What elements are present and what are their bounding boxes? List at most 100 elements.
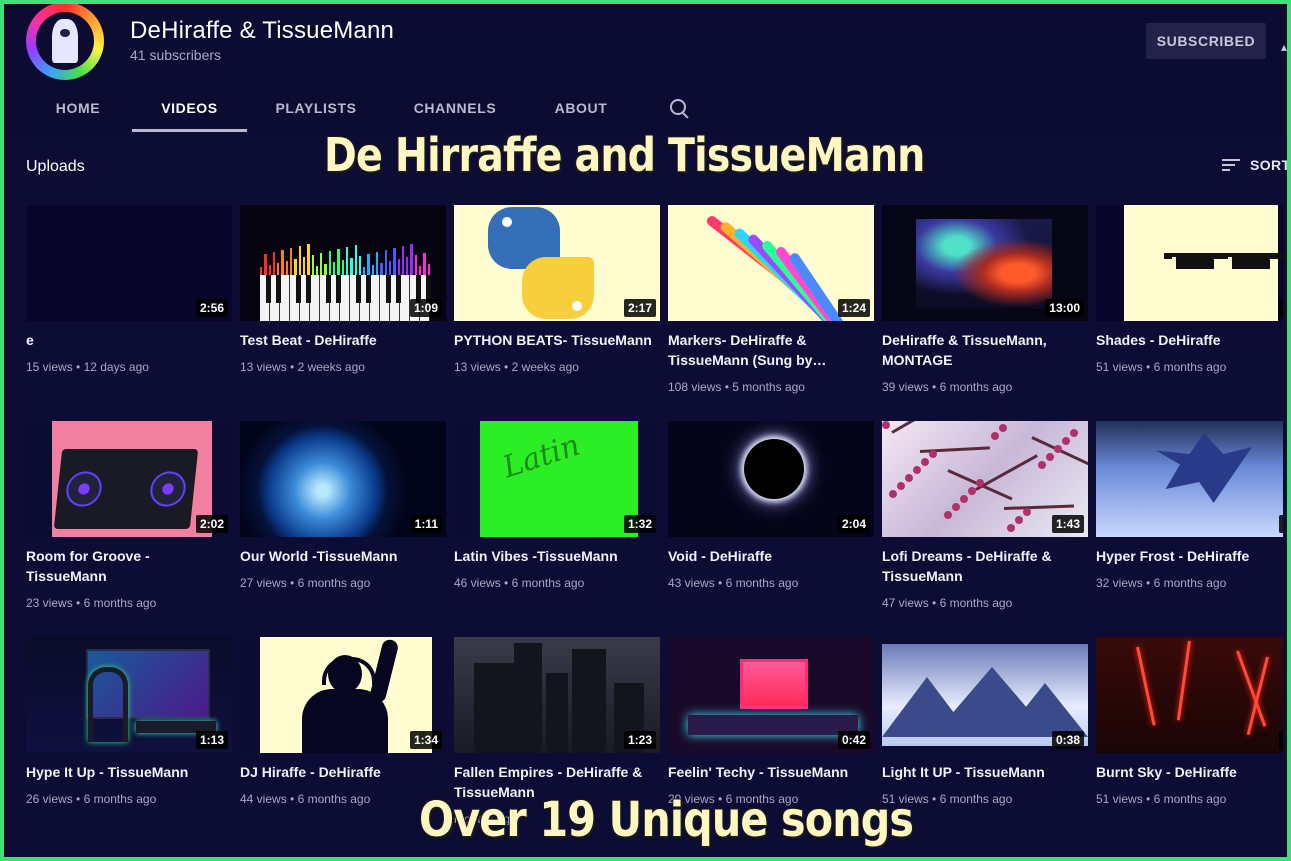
avatar-inner xyxy=(36,12,94,70)
video-views: 26 views xyxy=(26,792,73,806)
video-card[interactable]: 2:02 Room for Groove - TissueMann 23 views… xyxy=(26,421,232,641)
video-thumbnail[interactable]: 1:43 xyxy=(882,421,1088,537)
video-duration: 1:23 xyxy=(623,731,656,749)
video-title[interactable]: Latin Vibes -TissueMann xyxy=(454,546,654,566)
sort-label: SORT xyxy=(1250,157,1291,173)
video-thumbnail[interactable]: 2:04 xyxy=(668,421,874,537)
tab-label: CHANNELS xyxy=(413,100,497,116)
video-duration: 13:00 xyxy=(1045,299,1084,317)
video-thumbnail[interactable]: 1:13 xyxy=(26,637,232,753)
video-title[interactable]: Feelin' Techy - TissueMann xyxy=(668,762,868,782)
video-title[interactable]: PYTHON BEATS- TissueMann xyxy=(454,330,654,350)
video-duration: 1:34 xyxy=(409,731,442,749)
video-thumbnail[interactable]: 1:23 xyxy=(454,637,660,753)
video-thumbnail[interactable]: 2:02 xyxy=(26,421,232,537)
video-title[interactable]: Hype It Up - TissueMann xyxy=(26,762,226,782)
video-thumbnail[interactable]: 1:34 xyxy=(240,637,446,753)
tab-home[interactable]: HOME xyxy=(40,84,116,132)
video-thumbnail[interactable]: 1:24 xyxy=(668,205,874,321)
notification-bell-icon[interactable]: ▴ xyxy=(1281,40,1287,54)
avatar-figure-icon xyxy=(52,19,78,63)
video-thumbnail[interactable]: 0:38 xyxy=(882,637,1088,753)
video-age: 6 months ago xyxy=(1153,792,1227,806)
video-views: 51 views xyxy=(1096,360,1143,374)
video-thumbnail[interactable]: Latin 1:32 xyxy=(454,421,660,537)
meta-separator: • xyxy=(928,792,940,806)
video-card[interactable]: 1: Shades - DeHiraffe 51 views • 6 months … xyxy=(1096,205,1283,425)
video-title[interactable]: Room for Groove - TissueMann xyxy=(26,546,226,586)
video-title[interactable]: Lofi Dreams - DeHiraffe & TissueMann xyxy=(882,546,1082,586)
video-title[interactable]: Markers- DeHiraffe & TissueMann (Sung by… xyxy=(668,330,868,370)
video-thumbnail[interactable]: 1: xyxy=(1096,205,1283,321)
video-views: 13 views xyxy=(240,360,287,374)
video-card[interactable]: 1:43 Lofi Dreams - DeHiraffe & TissueMann… xyxy=(882,421,1088,641)
video-title[interactable]: Shades - DeHiraffe xyxy=(1096,330,1283,350)
video-card[interactable]: 1:11 Our World -TissueMann 27 views • 6 mo… xyxy=(240,421,446,641)
video-title[interactable]: DJ Hiraffe - DeHiraffe xyxy=(240,762,440,782)
channel-avatar[interactable] xyxy=(26,2,104,80)
video-card[interactable]: 2:56 e 15 views • 12 days ago xyxy=(26,205,232,425)
channel-search-icon[interactable] xyxy=(668,97,690,119)
video-title[interactable]: DeHiraffe & TissueMann, MONTAGE xyxy=(882,330,1082,370)
tab-label: VIDEOS xyxy=(161,100,218,116)
overlay-title: De Hirraffe and TissueMann xyxy=(324,128,925,182)
video-age: 6 months ago xyxy=(1153,576,1227,590)
video-thumbnail[interactable]: 0: xyxy=(1096,637,1283,753)
video-meta: 43 views • 6 months ago xyxy=(668,576,798,590)
video-title[interactable]: Our World -TissueMann xyxy=(240,546,440,566)
video-card[interactable]: 13:00 DeHiraffe & TissueMann, MONTAGE 39 v… xyxy=(882,205,1088,425)
video-age: 6 months ago xyxy=(83,596,157,610)
video-card[interactable]: 0: Burnt Sky - DeHiraffe 51 views • 6 mont… xyxy=(1096,637,1283,857)
video-title[interactable]: Light It UP - TissueMann xyxy=(882,762,1082,782)
meta-separator: • xyxy=(286,792,298,806)
video-title[interactable]: e xyxy=(26,330,226,350)
tab-videos[interactable]: VIDEOS xyxy=(132,84,247,132)
video-thumbnail[interactable]: 1:11 xyxy=(240,421,446,537)
video-duration: 1:43 xyxy=(1051,515,1084,533)
video-title[interactable]: Test Beat - DeHiraffe xyxy=(240,330,440,350)
sort-button[interactable]: SORT xyxy=(1222,157,1291,173)
meta-separator: • xyxy=(500,576,512,590)
video-thumbnail[interactable]: 13:00 xyxy=(882,205,1088,321)
subscribed-button[interactable]: SUBSCRIBED xyxy=(1146,23,1266,59)
video-age: 6 months ago xyxy=(83,792,157,806)
video-card[interactable]: 2:04 Void - DeHiraffe 43 views • 6 months … xyxy=(668,421,874,641)
video-duration: 1:09 xyxy=(409,299,442,317)
video-title[interactable]: Hyper Frost - DeHiraffe xyxy=(1096,546,1283,566)
video-card[interactable]: 1: Hyper Frost - DeHiraffe 32 views • 6 mo… xyxy=(1096,421,1283,641)
meta-separator: • xyxy=(714,576,726,590)
video-title[interactable]: Burnt Sky - DeHiraffe xyxy=(1096,762,1283,782)
video-thumbnail[interactable]: 1: xyxy=(1096,421,1283,537)
video-thumbnail[interactable]: 2:56 xyxy=(26,205,232,321)
video-views: 44 views xyxy=(240,792,287,806)
video-meta: 47 views • 6 months ago xyxy=(882,596,1012,610)
video-card[interactable]: 1:13 Hype It Up - TissueMann 26 views • 6 … xyxy=(26,637,232,857)
video-thumbnail[interactable]: 0:42 xyxy=(668,637,874,753)
meta-separator: • xyxy=(72,792,84,806)
video-thumbnail[interactable]: 1:09 xyxy=(240,205,446,321)
tab-about[interactable]: ABOUT xyxy=(540,84,622,132)
video-meta: 13 views • 2 weeks ago xyxy=(454,360,579,374)
video-meta: 15 views • 12 days ago xyxy=(26,360,149,374)
video-views: 27 views xyxy=(240,576,287,590)
meta-separator: • xyxy=(72,360,84,374)
tab-label: HOME xyxy=(55,100,101,116)
sort-icon xyxy=(1222,157,1240,173)
video-age: 6 months ago xyxy=(939,792,1013,806)
video-views: 13 views xyxy=(454,360,501,374)
video-card[interactable]: 1:24 Markers- DeHiraffe & TissueMann (Sun… xyxy=(668,205,874,425)
video-views: 51 views xyxy=(1096,792,1143,806)
video-meta: 32 views • 6 months ago xyxy=(1096,576,1226,590)
tab-playlists[interactable]: PLAYLISTS xyxy=(262,84,370,132)
video-title[interactable]: Void - DeHiraffe xyxy=(668,546,868,566)
video-card[interactable]: 1:09 Test Beat - DeHiraffe 13 views • 2 we… xyxy=(240,205,446,425)
video-card[interactable]: Latin 1:32 Latin Vibes -TissueMann 46 views… xyxy=(454,421,660,641)
video-thumbnail[interactable]: 2:17 xyxy=(454,205,660,321)
video-card[interactable]: 2:17 PYTHON BEATS- TissueMann 13 views • 2… xyxy=(454,205,660,425)
video-duration: 1: xyxy=(1279,299,1283,317)
channel-header: DeHiraffe & TissueMann 41 subscribers SU… xyxy=(0,0,1291,80)
video-duration: 2:04 xyxy=(837,515,870,533)
tab-channels[interactable]: CHANNELS xyxy=(400,84,510,132)
video-duration: 1:32 xyxy=(623,515,656,533)
video-card[interactable]: 1:34 DJ Hiraffe - DeHiraffe 44 views • 6 m… xyxy=(240,637,446,857)
